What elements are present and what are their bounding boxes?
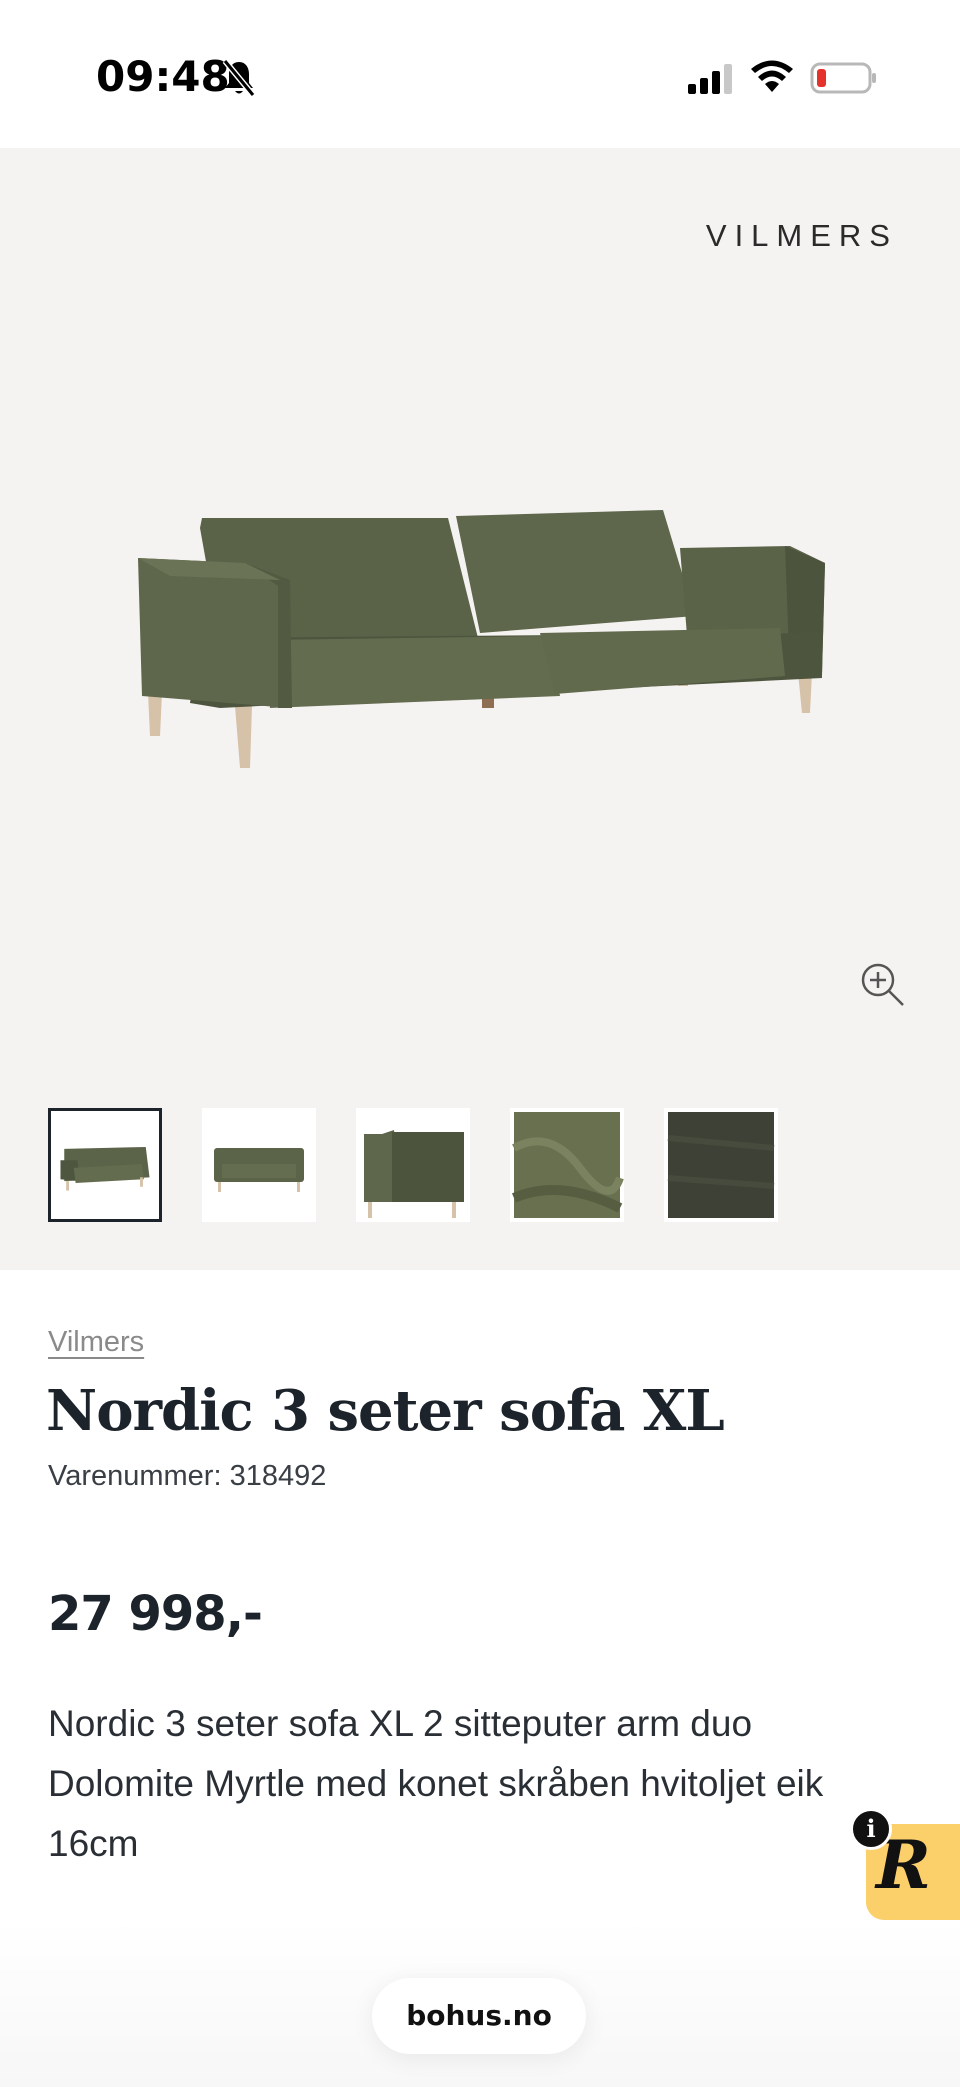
info-icon[interactable]: i (850, 1808, 892, 1850)
status-bar: 09:48 (0, 0, 960, 148)
fabric-swatch-image (510, 1108, 624, 1222)
thumb-fabric-dark[interactable] (664, 1108, 778, 1222)
product-gallery[interactable]: VILMERS (0, 148, 960, 1270)
product-price: 27 998,- (48, 1586, 263, 1642)
thumb-sofa-side[interactable] (356, 1108, 470, 1222)
wifi-icon (751, 60, 793, 92)
bell-slash-icon (222, 59, 256, 97)
sofa-image[interactable] (130, 468, 830, 768)
sku-number: Varenummer: 318492 (48, 1460, 327, 1492)
status-time: 09:48 (96, 52, 230, 101)
brand-link[interactable]: Vilmers (48, 1326, 144, 1359)
thumb-sofa-straight[interactable] (202, 1108, 316, 1222)
sofa-thumbnail-image (356, 1108, 470, 1222)
product-title: Nordic 3 seter sofa XL (46, 1378, 725, 1444)
fabric-swatch-image (664, 1108, 778, 1222)
product-description: Nordic 3 seter sofa XL 2 sitteputer arm … (48, 1703, 824, 1864)
zoom-in-icon[interactable] (858, 960, 906, 1008)
url-bar[interactable]: bohus.no (372, 1978, 586, 2054)
sofa-thumbnail-image (51, 1111, 159, 1219)
sofa-thumbnail-image (202, 1108, 316, 1222)
brand-logo: VILMERS (705, 218, 898, 253)
signal-icon (688, 64, 732, 94)
battery-low-icon (810, 62, 876, 94)
thumb-fabric-green[interactable] (510, 1108, 624, 1222)
thumb-sofa-front[interactable] (48, 1108, 162, 1222)
